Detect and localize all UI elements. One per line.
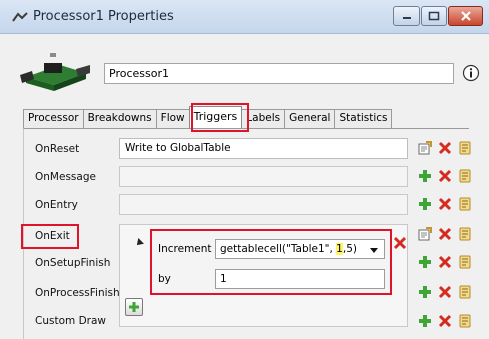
object-name-input[interactable]: [104, 63, 454, 84]
row-buttons-customdraw: [417, 313, 473, 329]
add-icon[interactable]: [417, 196, 433, 212]
delete-icon[interactable]: [437, 196, 453, 212]
delete-icon[interactable]: [437, 284, 453, 300]
minimize-button[interactable]: [393, 6, 420, 26]
script-icon[interactable]: [457, 284, 473, 300]
row-buttons-onmessage: [417, 168, 473, 184]
chevron-down-icon[interactable]: [370, 248, 378, 253]
window-title: Processor1 Properties: [33, 9, 174, 24]
trigger-label-onmessage: OnMessage: [35, 171, 96, 183]
add-icon[interactable]: [417, 284, 433, 300]
close-button[interactable]: [448, 6, 483, 26]
increment-label: Increment: [158, 243, 212, 255]
title-bar: Processor1 Properties: [0, 0, 489, 34]
script-icon[interactable]: [457, 168, 473, 184]
by-label: by: [158, 273, 171, 285]
edit-code-icon[interactable]: [417, 140, 433, 156]
trigger-label-customdraw: Custom Draw: [35, 315, 106, 327]
add-icon[interactable]: [417, 254, 433, 270]
app-icon: [12, 12, 28, 22]
trigger-label-onreset: OnReset: [35, 143, 80, 155]
trigger-label-onprocessfinish: OnProcessFinish: [35, 287, 120, 299]
properties-window: Processor1 Properties Processor1 Process…: [0, 0, 489, 339]
edit-code-icon[interactable]: [417, 226, 433, 242]
row-buttons-onexit: [417, 226, 473, 242]
delete-icon[interactable]: [437, 168, 453, 184]
delete-icon[interactable]: [437, 226, 453, 242]
trigger-field-onmessage[interactable]: [119, 166, 408, 187]
delete-icon[interactable]: [437, 254, 453, 270]
remove-param-icon[interactable]: [392, 235, 408, 251]
tab-statistics[interactable]: Statistics: [334, 109, 393, 128]
highlighted-column: 1: [336, 243, 343, 255]
maximize-button[interactable]: [421, 6, 447, 26]
close-icon: [460, 11, 471, 21]
script-icon[interactable]: [457, 226, 473, 242]
trigger-label-onsetupfinish: OnSetupFinish: [35, 257, 111, 269]
tab-general[interactable]: General: [284, 109, 336, 128]
row-buttons-onreset: [417, 140, 473, 156]
add-param-button[interactable]: [125, 298, 143, 316]
script-icon[interactable]: [457, 196, 473, 212]
trigger-label-onentry: OnEntry: [35, 199, 78, 211]
add-icon[interactable]: [417, 168, 433, 184]
tab-breakdowns[interactable]: Breakdowns: [82, 109, 157, 128]
script-icon[interactable]: [457, 254, 473, 270]
row-buttons-onprocessfinish: [417, 284, 473, 300]
tab-flow[interactable]: Flow: [155, 109, 190, 128]
tab-processor[interactable]: Processor: [23, 109, 84, 128]
add-icon[interactable]: [417, 313, 433, 329]
add-icon: [129, 302, 139, 312]
trigger-field-onentry[interactable]: [119, 194, 408, 215]
onexit-highlight: [21, 224, 79, 249]
minimize-icon: [402, 17, 411, 19]
trigger-field-onreset[interactable]: Write to GlobalTable: [119, 138, 408, 159]
increment-dropdown[interactable]: gettablecell("Table1", 1,5): [215, 239, 385, 259]
delete-icon[interactable]: [437, 313, 453, 329]
triggers-tab-highlight: [191, 103, 249, 132]
delete-icon[interactable]: [437, 140, 453, 156]
row-buttons-onsetupfinish: [417, 254, 473, 270]
info-icon[interactable]: [462, 64, 480, 82]
by-input[interactable]: 1: [215, 269, 385, 289]
script-icon[interactable]: [457, 140, 473, 156]
maximize-icon: [428, 11, 440, 21]
header-area: [0, 35, 489, 105]
row-buttons-onentry: [417, 196, 473, 212]
script-icon[interactable]: [457, 313, 473, 329]
onexit-params-box: Increment gettablecell("Table1", 1,5) by…: [150, 229, 392, 295]
processor-model-icon: [20, 53, 90, 91]
